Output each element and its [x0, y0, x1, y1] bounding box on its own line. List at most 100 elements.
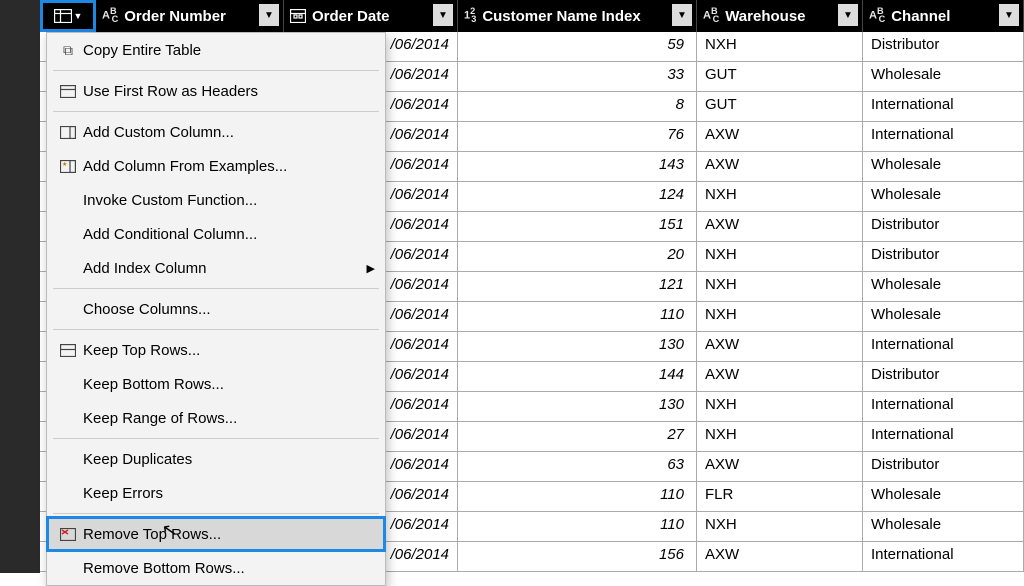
filter-dropdown-icon[interactable]: ▼: [672, 4, 692, 26]
filter-dropdown-icon[interactable]: ▼: [259, 4, 279, 26]
filter-dropdown-icon[interactable]: ▼: [838, 4, 858, 26]
menu-add-custom-column[interactable]: Add Custom Column...: [47, 115, 385, 149]
menu-invoke-custom-function[interactable]: Invoke Custom Function...: [47, 183, 385, 217]
cell-customer-index: 156: [458, 542, 697, 572]
cell-warehouse: NXH: [697, 302, 863, 332]
column-header-row: ▼ ABC Order Number ▼ Order Date ▼ 123 Cu…: [40, 0, 1024, 32]
cell-customer-index: 151: [458, 212, 697, 242]
cell-warehouse: NXH: [697, 242, 863, 272]
column-header-customer-index[interactable]: 123 Customer Name Index ▼: [458, 0, 697, 32]
cell-customer-index: 143: [458, 152, 697, 182]
cell-warehouse: NXH: [697, 272, 863, 302]
filter-dropdown-icon[interactable]: ▼: [999, 4, 1019, 26]
cell-customer-index: 33: [458, 62, 697, 92]
cell-channel: Wholesale: [863, 182, 1024, 212]
cell-customer-index: 110: [458, 482, 697, 512]
cell-warehouse: AXW: [697, 332, 863, 362]
cell-customer-index: 27: [458, 422, 697, 452]
cell-channel: International: [863, 92, 1024, 122]
menu-copy-entire-table[interactable]: ⧉ Copy Entire Table: [47, 33, 385, 67]
cell-channel: Wholesale: [863, 482, 1024, 512]
menu-remove-top-rows[interactable]: Remove Top Rows...: [47, 517, 385, 551]
cell-warehouse: NXH: [697, 182, 863, 212]
menu-separator: [53, 438, 379, 439]
cell-warehouse: NXH: [697, 512, 863, 542]
cell-customer-index: 121: [458, 272, 697, 302]
menu-use-first-row-headers[interactable]: Use First Row as Headers: [47, 74, 385, 108]
menu-keep-errors[interactable]: Keep Errors: [47, 476, 385, 510]
table-menu-button[interactable]: ▼: [40, 0, 96, 32]
cell-warehouse: AXW: [697, 452, 863, 482]
vertical-sidebar: [0, 0, 40, 573]
headers-icon: [53, 85, 83, 98]
cell-channel: Wholesale: [863, 152, 1024, 182]
keep-rows-icon: [53, 344, 83, 357]
menu-add-index-column[interactable]: Add Index Column ▶: [47, 251, 385, 285]
column-header-warehouse[interactable]: ABC Warehouse ▼: [697, 0, 863, 32]
cell-channel: Distributor: [863, 242, 1024, 272]
cell-channel: Wholesale: [863, 272, 1024, 302]
cell-channel: International: [863, 332, 1024, 362]
cell-warehouse: AXW: [697, 362, 863, 392]
table-context-menu: ⧉ Copy Entire Table Use First Row as Hea…: [46, 32, 386, 586]
column-label: Warehouse: [725, 8, 805, 25]
menu-separator: [53, 513, 379, 514]
menu-keep-duplicates[interactable]: Keep Duplicates: [47, 442, 385, 476]
menu-add-conditional-column[interactable]: Add Conditional Column...: [47, 217, 385, 251]
cell-channel: Distributor: [863, 362, 1024, 392]
text-type-icon: ABC: [703, 7, 719, 24]
cell-channel: Wholesale: [863, 512, 1024, 542]
svg-text:★: ★: [62, 161, 67, 168]
cell-warehouse: NXH: [697, 392, 863, 422]
cell-warehouse: AXW: [697, 122, 863, 152]
cell-customer-index: 110: [458, 512, 697, 542]
cell-customer-index: 130: [458, 332, 697, 362]
cell-warehouse: GUT: [697, 92, 863, 122]
cell-channel: International: [863, 122, 1024, 152]
chevron-down-icon: ▼: [74, 11, 83, 21]
menu-remove-bottom-rows[interactable]: Remove Bottom Rows...: [47, 551, 385, 585]
cell-warehouse: AXW: [697, 212, 863, 242]
cell-customer-index: 76: [458, 122, 697, 152]
date-type-icon: [290, 9, 306, 23]
cell-customer-index: 144: [458, 362, 697, 392]
cell-customer-index: 130: [458, 392, 697, 422]
cell-channel: Distributor: [863, 212, 1024, 242]
menu-add-column-from-examples[interactable]: ★ Add Column From Examples...: [47, 149, 385, 183]
column-header-order-date[interactable]: Order Date ▼: [284, 0, 458, 32]
cell-customer-index: 59: [458, 32, 697, 62]
submenu-arrow-icon: ▶: [367, 262, 375, 275]
text-type-icon: ABC: [102, 7, 118, 24]
cell-warehouse: FLR: [697, 482, 863, 512]
menu-keep-range-rows[interactable]: Keep Range of Rows...: [47, 401, 385, 435]
text-type-icon: ABC: [869, 7, 885, 24]
cell-channel: Wholesale: [863, 62, 1024, 92]
cell-customer-index: 8: [458, 92, 697, 122]
menu-separator: [53, 329, 379, 330]
menu-keep-top-rows[interactable]: Keep Top Rows...: [47, 333, 385, 367]
cell-customer-index: 20: [458, 242, 697, 272]
cell-warehouse: AXW: [697, 152, 863, 182]
cell-warehouse: AXW: [697, 542, 863, 572]
copy-icon: ⧉: [53, 42, 83, 59]
filter-dropdown-icon[interactable]: ▼: [433, 4, 453, 26]
menu-separator: [53, 288, 379, 289]
cell-channel: International: [863, 392, 1024, 422]
column-label: Order Number: [124, 8, 226, 25]
column-label: Customer Name Index: [482, 8, 640, 25]
custom-column-icon: [53, 126, 83, 139]
cell-channel: Wholesale: [863, 302, 1024, 332]
cell-customer-index: 63: [458, 452, 697, 482]
cell-warehouse: NXH: [697, 32, 863, 62]
menu-separator: [53, 70, 379, 71]
cell-channel: Distributor: [863, 32, 1024, 62]
column-header-order-number[interactable]: ABC Order Number ▼: [96, 0, 284, 32]
column-examples-icon: ★: [53, 160, 83, 173]
column-label: Channel: [891, 8, 950, 25]
menu-keep-bottom-rows[interactable]: Keep Bottom Rows...: [47, 367, 385, 401]
menu-choose-columns[interactable]: Choose Columns...: [47, 292, 385, 326]
cell-channel: International: [863, 422, 1024, 452]
cell-customer-index: 110: [458, 302, 697, 332]
cell-warehouse: GUT: [697, 62, 863, 92]
column-header-channel[interactable]: ABC Channel ▼: [863, 0, 1024, 32]
